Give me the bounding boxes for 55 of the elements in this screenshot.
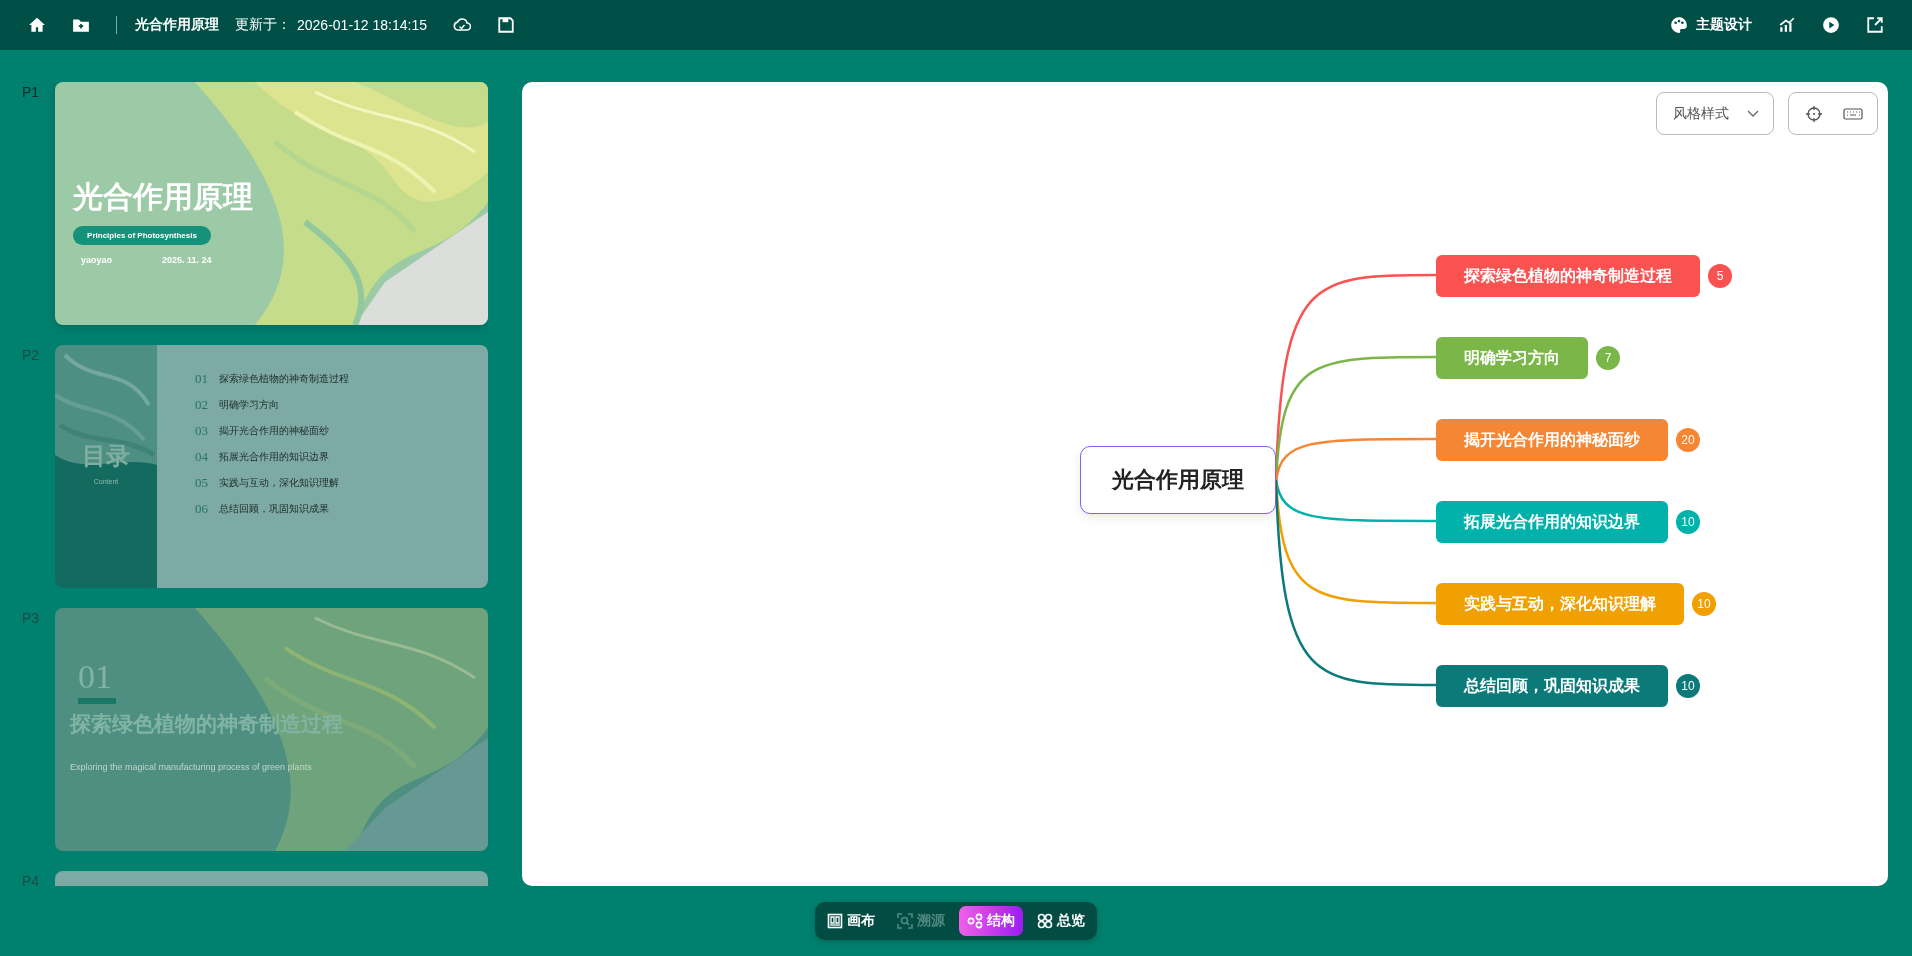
share-icon[interactable]: [1866, 16, 1884, 34]
branch-node[interactable]: 拓展光合作用的知识边界: [1436, 501, 1668, 543]
count-badge: 10: [1676, 674, 1700, 698]
document-title: 光合作用原理: [135, 16, 219, 34]
count-badge: 10: [1676, 510, 1700, 534]
item-number: 06: [195, 501, 209, 517]
slide-title: 目录: [82, 441, 130, 471]
item-number: 01: [195, 371, 209, 387]
item-text: 实践与互动，深化知识理解: [219, 476, 339, 490]
style-dropdown[interactable]: 风格样式: [1656, 92, 1774, 135]
slide-subtitle: Principles of Photosynthesis: [73, 226, 211, 245]
save-icon[interactable]: [497, 16, 515, 34]
item-text: 揭开光合作用的神秘面纱: [219, 424, 329, 438]
updated-time: 2026-01-12 18:14:15: [297, 17, 427, 33]
item-text: 明确学习方向: [219, 398, 279, 412]
cloud-icon[interactable]: [453, 16, 471, 34]
slide-thumbnail[interactable]: 光合作用原理 Principles of Photosynthesis yaoyao 2025. 11. 24: [55, 82, 488, 325]
branch-node[interactable]: 总结回顾，巩固知识成果: [1436, 665, 1668, 707]
view-tab[interactable]: 画布: [819, 906, 883, 936]
branch-node[interactable]: 探索绿色植物的神奇制造过程: [1436, 255, 1700, 297]
home-icon[interactable]: [28, 16, 46, 34]
count-badge: 7: [1596, 346, 1620, 370]
item-number: 03: [195, 423, 209, 439]
branch-node[interactable]: 揭开光合作用的神秘面纱: [1436, 419, 1668, 461]
chart-icon[interactable]: [1778, 16, 1796, 34]
count-badge: 5: [1708, 264, 1732, 288]
theme-design-button[interactable]: 主题设计: [1670, 16, 1752, 34]
canvas-icon: [827, 913, 843, 929]
chevron-down-icon: [1747, 109, 1759, 118]
author-text: yaoyao: [81, 255, 113, 265]
root-node[interactable]: 光合作用原理: [1080, 446, 1276, 514]
search-icon: [897, 913, 913, 929]
view-tab[interactable]: 总览: [1029, 906, 1093, 936]
item-number: 04: [195, 449, 209, 465]
count-badge: 20: [1676, 428, 1700, 452]
nodes-icon: [967, 913, 983, 929]
item-text: 探索绿色植物的神奇制造过程: [219, 372, 349, 386]
count-badge: 10: [1692, 592, 1716, 616]
slide-subtitle: Exploring the magical manufacturing process of green plants: [70, 762, 312, 772]
item-text: 总结回顾，巩固知识成果: [219, 502, 329, 516]
keyboard-icon[interactable]: [1843, 106, 1863, 121]
branch-node[interactable]: 明确学习方向: [1436, 337, 1588, 379]
grid-icon: [1037, 913, 1053, 929]
updated-label: 更新于：: [235, 16, 291, 34]
folder-icon[interactable]: [72, 16, 90, 34]
item-text: 拓展光合作用的知识边界: [219, 450, 329, 464]
palette-icon: [1670, 16, 1688, 34]
view-tab[interactable]: 结构: [959, 906, 1023, 936]
item-number: 02: [195, 397, 209, 413]
play-icon[interactable]: [1822, 16, 1840, 34]
page-number: P1: [22, 83, 41, 102]
slide-title: 光合作用原理: [73, 179, 253, 215]
date-text: 2025. 11. 24: [162, 255, 212, 265]
locate-icon[interactable]: [1805, 104, 1823, 123]
item-number: 05: [195, 475, 209, 491]
